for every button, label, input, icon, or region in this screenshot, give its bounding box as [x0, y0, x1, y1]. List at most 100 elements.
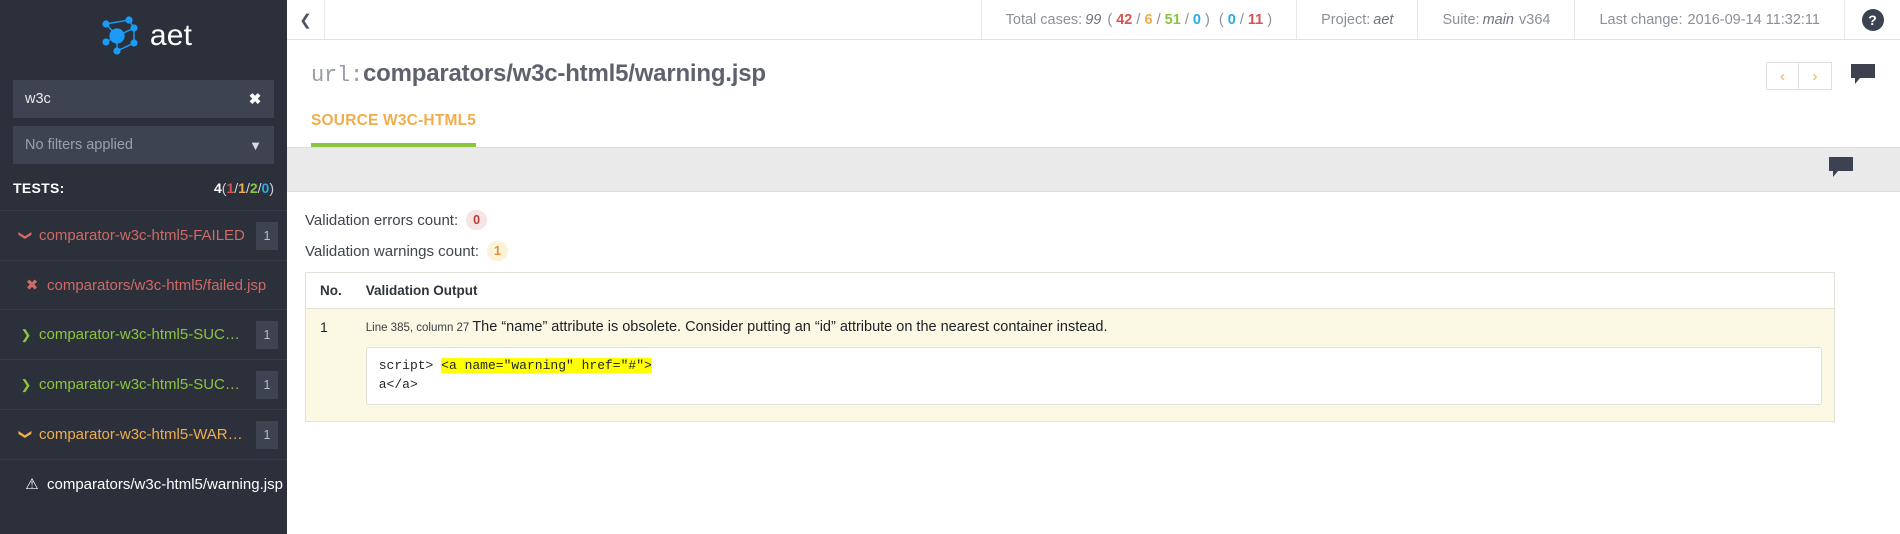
warning-triangle-icon: ⚠	[25, 476, 39, 493]
tests-success: 2	[249, 180, 258, 196]
chevron-down-icon[interactable]: ❯	[19, 223, 34, 249]
brand-name: aet	[149, 19, 193, 52]
code-suffix: a</a>	[378, 376, 418, 392]
validation-warnings-label: Validation warnings count:	[305, 242, 479, 260]
suite-label: Suite:	[1442, 11, 1480, 28]
table-head: No. Validation Output	[305, 272, 1835, 309]
total-cases-cell: Total cases: 99 ( 42 / 6 / 51 / 0 ) ( 0 …	[980, 0, 1296, 39]
tree-group-count: 1	[256, 370, 278, 399]
tests-header: TESTS: 4(1/1/2/0)	[0, 164, 287, 210]
tree-group-header[interactable]: ❯ comparator-w3c-html5-SUCCE… 1	[0, 360, 287, 409]
next-button[interactable]: ›	[1799, 62, 1832, 90]
tree-child-row[interactable]: ✖ comparators/w3c-html5/failed.jsp	[0, 260, 287, 309]
paren-close: )	[269, 180, 274, 196]
tree-child-label: comparators/w3c-html5/failed.jsp	[47, 276, 267, 294]
tests-warning: 1	[238, 180, 246, 196]
tree-group-header[interactable]: ❯ comparator-w3c-html5-WARNI… 1	[0, 410, 287, 459]
project-label: Project:	[1321, 11, 1371, 28]
paren-open-2: (	[1218, 11, 1224, 28]
validation-output-table: No. Validation Output 1 Line 385, column…	[305, 272, 1835, 422]
table-header-row: No. Validation Output	[305, 272, 1835, 309]
project-cell: Project: aet	[1296, 0, 1417, 39]
tree-group-label: comparator-w3c-html5-WARNI…	[39, 426, 256, 443]
count-success: 51	[1164, 11, 1181, 28]
tree-group-count: 1	[256, 221, 278, 250]
search-input[interactable]	[13, 91, 236, 107]
comment-bubble-icon[interactable]	[1828, 156, 1854, 183]
code-prefix: script>	[378, 358, 442, 373]
tests-total: 4	[214, 180, 222, 196]
count-failed: 42	[1116, 11, 1133, 28]
tree-group: ❯ comparator-w3c-html5-SUCCE… 1	[0, 309, 287, 359]
validation-content: Validation errors count: 0 Validation wa…	[287, 192, 1900, 422]
column-header-validation-output: Validation Output	[353, 272, 1835, 309]
chevron-right-icon[interactable]: ❯	[13, 378, 39, 391]
count-warning: 6	[1144, 11, 1153, 28]
last-change-cell: Last change: 2016-09-14 11:32:11	[1574, 0, 1844, 39]
tree-group-count: 1	[256, 420, 278, 449]
tree-child-row-selected[interactable]: ⚠ comparators/w3c-html5/warning.jsp	[0, 459, 287, 508]
last-change-value: 2016-09-14 11:32:11	[1687, 11, 1821, 28]
main-area: ❮ Total cases: 99 ( 42 / 6 / 51 / 0 ) ( …	[287, 0, 1900, 534]
paren-open-1: (	[1107, 11, 1113, 28]
sidebar: aet ✖ No filters applied ▼ TESTS: 4(1/1/…	[0, 0, 287, 534]
total-cases-value: 99	[1085, 11, 1102, 28]
prev-next-buttons: ‹ ›	[1766, 62, 1832, 90]
message-text: The “name” attribute is obsolete. Consid…	[472, 319, 1108, 335]
message-line: Line 385, column 27 The “name” attribute …	[366, 319, 1822, 335]
tab-source-w3c-html5[interactable]: SOURCE W3C-HTML5	[311, 112, 477, 147]
tests-tree: ❯ comparator-w3c-html5-FAILED 1 ✖ compar…	[0, 210, 287, 534]
tests-title: TESTS:	[13, 180, 65, 196]
cell-no: 1	[305, 308, 354, 422]
chevron-left-icon: ❮	[299, 11, 312, 29]
help-button[interactable]: ?	[1844, 0, 1900, 39]
count-extra-info: 0	[1227, 11, 1236, 28]
x-mark-icon: ✖	[25, 277, 39, 294]
tree-group-label: comparator-w3c-html5-FAILED	[39, 227, 245, 244]
question-mark-icon: ?	[1861, 8, 1884, 31]
chevron-right-icon[interactable]: ❯	[13, 328, 39, 341]
aet-network-logo-icon	[95, 14, 141, 58]
code-highlight: <a name="warning" href="#">	[441, 358, 652, 373]
paren-close-1: )	[1204, 11, 1210, 28]
filter-label: No filters applied	[25, 137, 133, 153]
page-title: url:comparators/w3c-html5/warning.jsp	[311, 60, 766, 88]
code-snippet: script> <a name="warning" href="#"> a</a…	[365, 347, 1822, 405]
sidebar-collapse-button[interactable]: ❮	[287, 0, 325, 39]
chevron-down-icon[interactable]: ❯	[19, 422, 34, 448]
tab-strip	[287, 147, 1900, 192]
page-title-protocol: url:	[311, 63, 364, 88]
slash-d: /	[1239, 11, 1244, 28]
suite-cell: Suite: main v364	[1417, 0, 1574, 39]
suite-value: main	[1482, 11, 1514, 28]
cell-validation-output: Line 385, column 27 The “name” attribute …	[353, 308, 1835, 422]
last-change-label: Last change:	[1599, 11, 1683, 28]
tree-group-header[interactable]: ❯ comparator-w3c-html5-FAILED 1	[0, 211, 287, 260]
title-bar: url:comparators/w3c-html5/warning.jsp ‹ …	[287, 40, 1900, 90]
filter-dropdown[interactable]: No filters applied ▼	[13, 126, 274, 164]
app-root: aet ✖ No filters applied ▼ TESTS: 4(1/1/…	[0, 0, 1900, 534]
chevron-down-icon: ▼	[249, 137, 262, 153]
search-row: ✖	[13, 80, 274, 118]
validation-errors-row: Validation errors count: 0	[305, 210, 1876, 230]
table-body: 1 Line 385, column 27 The “name” attribut…	[305, 308, 1835, 422]
comment-bubble-icon[interactable]	[1850, 63, 1876, 90]
brand[interactable]: aet	[0, 0, 287, 72]
tree-group-label: comparator-w3c-html5-SUCCE…	[39, 376, 256, 393]
tree-group: ❯ comparator-w3c-html5-SUCCE… 1	[0, 359, 287, 409]
topbar: ❮ Total cases: 99 ( 42 / 6 / 51 / 0 ) ( …	[287, 0, 1900, 40]
validation-errors-label: Validation errors count:	[305, 211, 459, 229]
tree-group-header[interactable]: ❯ comparator-w3c-html5-SUCCE… 1	[0, 310, 287, 359]
tree-group: ❯ comparator-w3c-html5-WARNI… 1 ⚠ compar…	[0, 409, 287, 508]
tree-group-count: 1	[256, 320, 278, 349]
validation-warnings-row: Validation warnings count: 1	[305, 241, 1876, 261]
slash-c: /	[1184, 11, 1189, 28]
column-header-no: No.	[305, 272, 354, 309]
tests-counts: 4(1/1/2/0)	[214, 180, 274, 196]
tabs: SOURCE W3C-HTML5	[287, 90, 1900, 147]
prev-button[interactable]: ‹	[1766, 62, 1799, 90]
close-icon[interactable]: ✖	[236, 80, 274, 118]
validation-errors-badge: 0	[466, 210, 488, 230]
validation-warnings-badge: 1	[487, 241, 508, 261]
